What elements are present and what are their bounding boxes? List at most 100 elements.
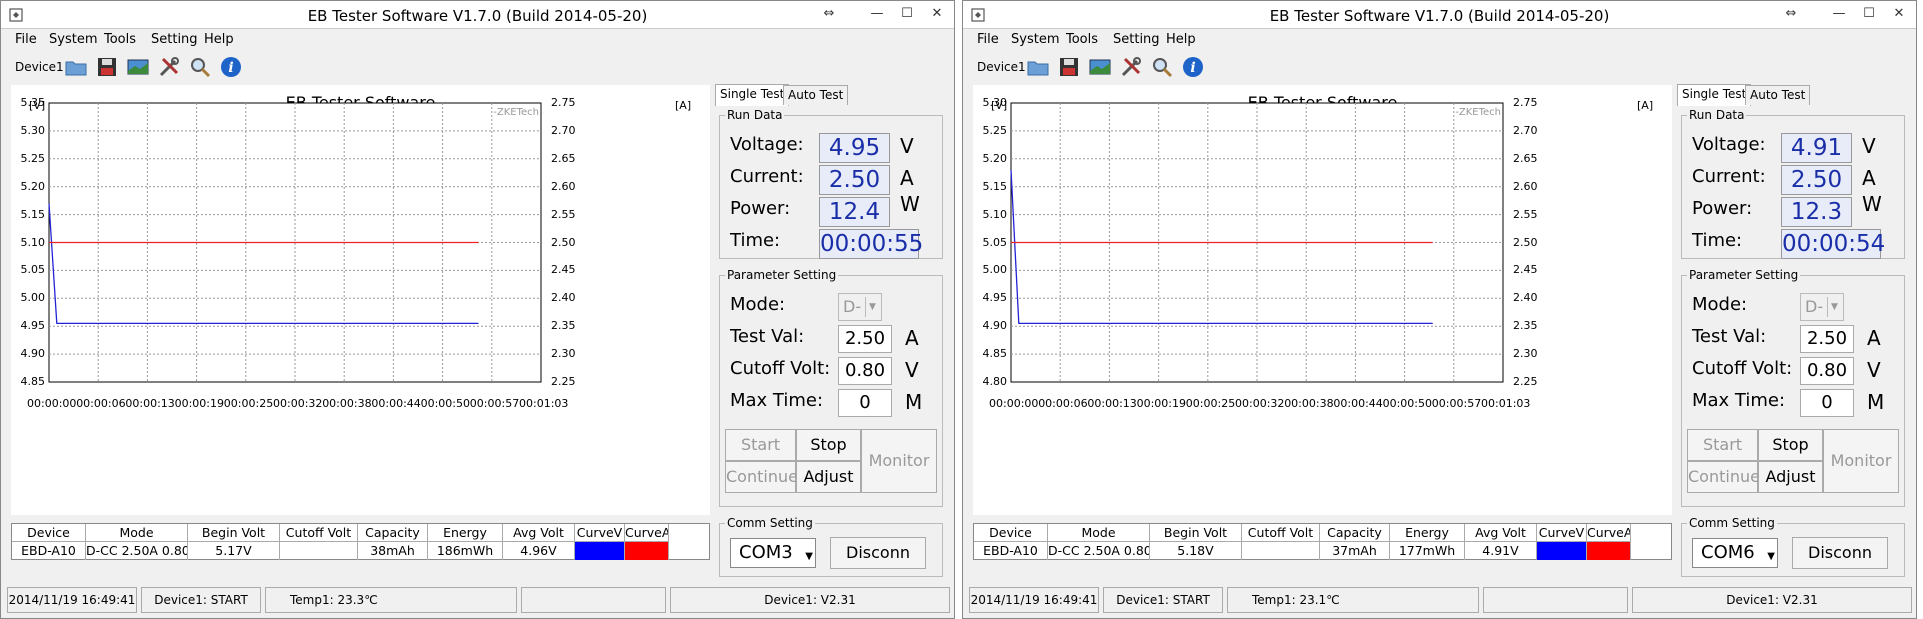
cell-capacity: 38mAh [358, 542, 428, 560]
menu-setting[interactable]: Setting [1113, 32, 1160, 47]
restore-arrows-icon[interactable]: ⇔ [1776, 3, 1806, 25]
menu-tools[interactable]: Tools [104, 32, 136, 47]
menu-file[interactable]: File [15, 32, 37, 47]
x-tick-label: 00:00:19 [174, 397, 224, 410]
test-val-input[interactable]: 2.50 [1800, 325, 1854, 353]
disconnect-button[interactable]: Disconn [1792, 537, 1888, 569]
voltage-label: Voltage: [730, 134, 804, 155]
menu-system[interactable]: System [49, 32, 97, 47]
cutoff-volt-input[interactable]: 0.80 [1800, 357, 1854, 385]
menu-help[interactable]: Help [1166, 32, 1196, 47]
save-icon[interactable] [95, 55, 119, 79]
tab-auto-test[interactable]: Auto Test [783, 85, 849, 105]
col-header-device[interactable]: Device [12, 524, 86, 542]
maximize-button[interactable]: ☐ [892, 3, 922, 25]
x-tick-label: 00:00:44 [371, 397, 421, 410]
col-header-begin-volt[interactable]: Begin Volt [1150, 524, 1242, 542]
chart-image-icon[interactable] [126, 55, 150, 79]
max-time-input[interactable]: 0 [838, 389, 892, 417]
continue-button[interactable]: Continue [1687, 461, 1760, 493]
maximize-button[interactable]: ☐ [1854, 3, 1884, 25]
tools-wrench-icon[interactable] [157, 55, 181, 79]
window-title: EB Tester Software V1.7.0 (Build 2014-05… [307, 7, 648, 25]
menu-setting[interactable]: Setting [151, 32, 198, 47]
x-tick-label: 00:00:32 [1235, 397, 1285, 410]
col-header-mode[interactable]: Mode [86, 524, 188, 542]
max-time-input[interactable]: 0 [1800, 389, 1854, 417]
col-header-mode[interactable]: Mode [1048, 524, 1150, 542]
tester-window-1: EB Tester Software V1.7.0 (Build 2014-05… [0, 0, 955, 619]
cell-curve-v[interactable] [575, 542, 625, 560]
y-left-tick-label: 5.15 [982, 179, 1008, 193]
disconnect-button[interactable]: Disconn [830, 537, 926, 569]
status-firmware: Device1: V2.31 [1632, 587, 1912, 613]
chart-image-icon[interactable] [1088, 55, 1112, 79]
status-datetime: 2014/11/19 16:49:41 [7, 587, 137, 613]
minimize-button[interactable]: — [862, 3, 892, 25]
col-header-cutoff-volt[interactable]: Cutoff Volt [280, 524, 358, 542]
adjust-button[interactable]: Adjust [796, 461, 861, 493]
restore-arrows-icon[interactable]: ⇔ [814, 3, 844, 25]
y-right-tick-label: 2.40 [551, 291, 576, 305]
current-label: Current: [730, 166, 804, 187]
tools-wrench-icon[interactable] [1119, 55, 1143, 79]
mode-select[interactable]: D-CC▼ [1800, 293, 1844, 342]
tab-single-test[interactable]: Single Test [715, 84, 790, 106]
x-tick-label: 00:00:13 [125, 397, 175, 410]
menu-system[interactable]: System [1011, 32, 1059, 47]
close-button[interactable]: ✕ [1884, 3, 1914, 25]
search-icon[interactable] [188, 55, 212, 79]
x-tick-label: 00:00:38 [1284, 397, 1334, 410]
col-header-device[interactable]: Device [974, 524, 1048, 542]
cell-curve-v[interactable] [1537, 542, 1587, 560]
start-button[interactable]: Start [725, 429, 796, 461]
monitor-button[interactable]: Monitor [861, 429, 937, 493]
menu-help[interactable]: Help [204, 32, 234, 47]
start-button[interactable]: Start [1687, 429, 1758, 461]
col-header-begin-volt[interactable]: Begin Volt [188, 524, 280, 542]
chart-panel: EB Tester Software [V] [A] -ZKETech 5.35… [11, 85, 710, 515]
com-port-select[interactable]: COM6 ▼ [1692, 538, 1778, 568]
save-icon[interactable] [1057, 55, 1081, 79]
mode-select[interactable]: D-CC▼ [838, 293, 882, 342]
x-tick-label: 00:00:06 [1038, 397, 1088, 410]
continue-button[interactable]: Continue [725, 461, 798, 493]
col-header-curve-v[interactable]: CurveV [575, 524, 625, 542]
col-header-curve-a[interactable]: CurveA [625, 524, 669, 542]
col-header-energy[interactable]: Energy [428, 524, 503, 542]
col-header-energy[interactable]: Energy [1390, 524, 1465, 542]
col-header-curve-v[interactable]: CurveV [1537, 524, 1587, 542]
col-header-capacity[interactable]: Capacity [358, 524, 428, 542]
cell-curve-a[interactable] [1587, 542, 1631, 560]
menu-tools[interactable]: Tools [1066, 32, 1098, 47]
y-right-tick-label: 2.40 [1513, 291, 1538, 305]
col-header-curve-a[interactable]: CurveA [1587, 524, 1631, 542]
monitor-button[interactable]: Monitor [1823, 429, 1899, 493]
close-button[interactable]: ✕ [922, 3, 952, 25]
y-right-tick-label: 2.45 [1513, 263, 1538, 277]
tab-auto-test[interactable]: Auto Test [1745, 85, 1811, 105]
stop-button[interactable]: Stop [1758, 429, 1823, 461]
menu-file[interactable]: File [977, 32, 999, 47]
open-folder-icon[interactable] [64, 55, 88, 79]
com-port-select[interactable]: COM3 ▼ [730, 538, 816, 568]
col-header-avg-volt[interactable]: Avg Volt [1465, 524, 1537, 542]
run-data-group: Run Data Voltage: 4.91 V Current: 2.50 A… [1681, 108, 1905, 259]
col-header-capacity[interactable]: Capacity [1320, 524, 1390, 542]
test-val-input[interactable]: 2.50 [838, 325, 892, 353]
minimize-button[interactable]: — [1824, 3, 1854, 25]
cutoff-volt-input[interactable]: 0.80 [838, 357, 892, 385]
svg-text:i: i [1190, 60, 1195, 76]
adjust-button[interactable]: Adjust [1758, 461, 1823, 493]
search-icon[interactable] [1150, 55, 1174, 79]
stop-button[interactable]: Stop [796, 429, 861, 461]
tab-single-test[interactable]: Single Test [1677, 84, 1752, 106]
status-temperature: Temp1: 23.3℃ [265, 587, 517, 613]
col-header-cutoff-volt[interactable]: Cutoff Volt [1242, 524, 1320, 542]
info-icon[interactable]: i [1181, 55, 1205, 79]
status-device-state: Device1: START [141, 587, 261, 613]
info-icon[interactable]: i [219, 55, 243, 79]
open-folder-icon[interactable] [1026, 55, 1050, 79]
cell-curve-a[interactable] [625, 542, 669, 560]
col-header-avg-volt[interactable]: Avg Volt [503, 524, 575, 542]
